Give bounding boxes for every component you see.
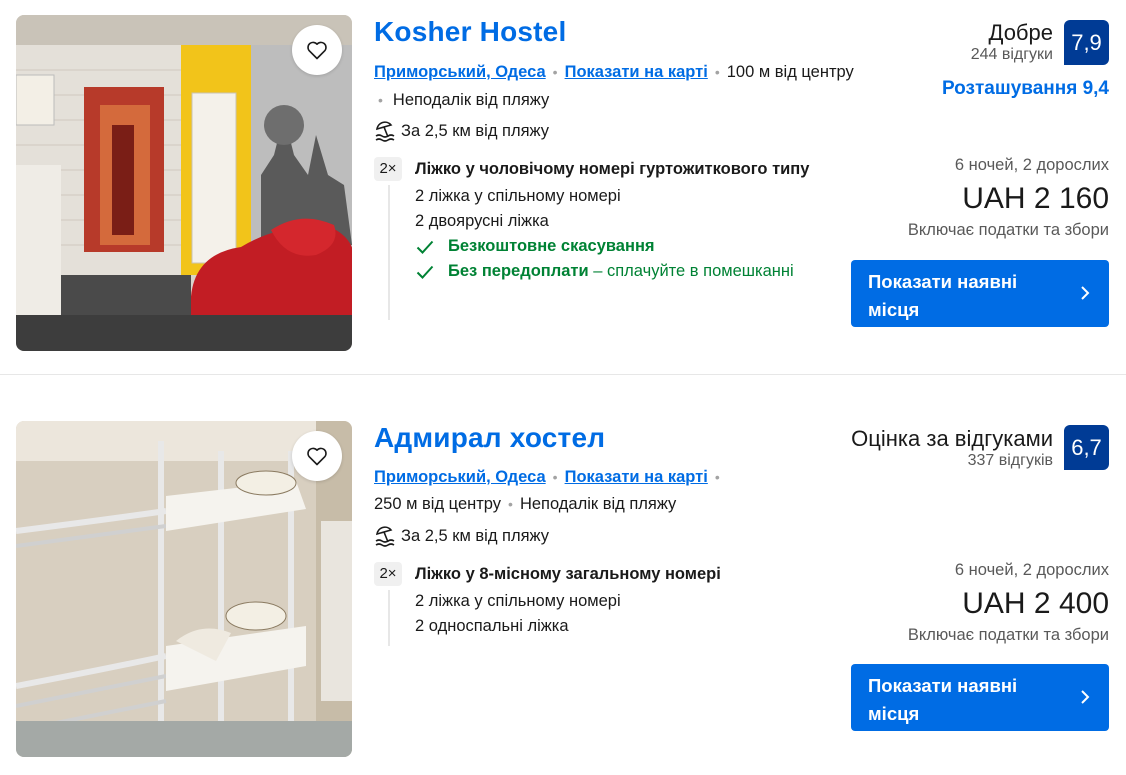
rating-label: Добре bbox=[988, 20, 1053, 45]
near-beach-text: Неподалік від пляжу bbox=[392, 91, 550, 109]
beach-umbrella-icon bbox=[375, 526, 395, 547]
property-card: Kosher Hostel Приморський, Одеса • Показат… bbox=[0, 0, 1126, 370]
beach-distance-line: За 2,5 км від пляжу bbox=[374, 120, 549, 147]
no-prepayment-perk: Без передоплати – сплачуйте в помешканні bbox=[415, 259, 830, 284]
room-details: Ліжко у 8-місному загальному номері 2 лі… bbox=[415, 562, 830, 639]
price: UAH 2 400 bbox=[962, 587, 1109, 620]
beach-umbrella-icon bbox=[375, 121, 395, 142]
beach-distance-text: За 2,5 км від пляжу bbox=[401, 121, 550, 140]
separator-dot: • bbox=[552, 64, 558, 80]
show-availability-button[interactable]: Показати наявні місця bbox=[851, 260, 1109, 327]
beach-distance-text: За 2,5 км від пляжу bbox=[401, 526, 550, 545]
distance-line: 250 м від центру • Неподалік від пляжу bbox=[374, 495, 676, 514]
separator-dot: • bbox=[714, 469, 720, 485]
room-divider bbox=[388, 185, 390, 320]
perk-suffix: – сплачуйте в помешканні bbox=[588, 262, 794, 280]
review-score-badge[interactable]: 6,7 bbox=[1064, 425, 1109, 470]
taxes-note: Включає податки та збори bbox=[907, 626, 1109, 644]
separator-dot: • bbox=[508, 496, 513, 512]
property-title[interactable]: Kosher Hostel bbox=[374, 16, 566, 48]
room-block: 2× Ліжко у 8-місному загальному номері 2… bbox=[374, 562, 829, 647]
room-details: Ліжко у чоловічому номері гуртожиткового… bbox=[415, 157, 830, 284]
separator-dot: • bbox=[552, 469, 558, 485]
property-title[interactable]: Адмирал хостел bbox=[374, 422, 605, 454]
distance-from-center: 100 м від центру bbox=[726, 63, 854, 81]
district-link[interactable]: Приморський, Одеса bbox=[374, 468, 546, 486]
save-favorite-button[interactable] bbox=[292, 25, 342, 75]
rating-label: Оцінка за відгуками bbox=[851, 426, 1053, 451]
district-link[interactable]: Приморський, Одеса bbox=[374, 63, 546, 81]
check-icon bbox=[416, 240, 434, 254]
heart-icon bbox=[307, 41, 327, 60]
chevron-right-icon bbox=[1081, 286, 1090, 300]
stay-info: 6 ночей, 2 дорослих bbox=[954, 561, 1109, 579]
location-line: Приморський, Одеса • Показати на карті • bbox=[374, 468, 727, 487]
near-beach-text: Неподалік від пляжу bbox=[519, 495, 677, 513]
perk-text: Без передоплати bbox=[448, 262, 589, 280]
property-photo[interactable] bbox=[16, 15, 352, 351]
stay-info: 6 ночей, 2 дорослих bbox=[954, 156, 1109, 174]
price: UAH 2 160 bbox=[962, 182, 1109, 215]
room-name: Ліжко у 8-місному загальному номері bbox=[415, 565, 721, 583]
room-name: Ліжко у чоловічому номері гуртожиткового… bbox=[415, 160, 810, 178]
room-quantity-badge: 2× bbox=[374, 562, 402, 586]
free-cancellation-perk: Безкоштовне скасування bbox=[415, 234, 830, 259]
separator-dot: • bbox=[714, 64, 720, 80]
review-count: 337 відгуків bbox=[967, 452, 1053, 469]
location-line: Приморський, Одеса • Показати на карті • 100… bbox=[374, 63, 854, 82]
show-on-map-link[interactable]: Показати на карті bbox=[565, 63, 708, 81]
check-icon bbox=[416, 265, 434, 279]
distance-from-center: 250 м від центру bbox=[374, 495, 502, 513]
review-score-badge[interactable]: 7,9 bbox=[1064, 20, 1109, 65]
property-card: Адмирал хостел Приморський, Одеса • Показа… bbox=[0, 405, 1126, 775]
review-count: 244 відгуки bbox=[970, 46, 1053, 63]
show-on-map-link[interactable]: Показати на карті bbox=[565, 468, 708, 486]
bed-info-1: 2 ліжка у спільному номері bbox=[415, 592, 621, 610]
separator-dot: • bbox=[378, 92, 383, 108]
beach-line: • Неподалік від пляжу bbox=[374, 91, 549, 110]
taxes-note: Включає податки та збори bbox=[907, 221, 1109, 239]
location-score: Розташування 9,4 bbox=[941, 78, 1109, 99]
listing-divider bbox=[0, 374, 1126, 375]
perk-text: Безкоштовне скасування bbox=[448, 237, 655, 255]
cta-label: Показати наявні місця bbox=[868, 675, 1018, 724]
save-favorite-button[interactable] bbox=[292, 431, 342, 481]
bed-info-2: 2 двоярусні ліжка bbox=[415, 212, 549, 230]
chevron-right-icon bbox=[1081, 690, 1090, 704]
heart-icon bbox=[307, 447, 327, 466]
room-quantity-badge: 2× bbox=[374, 157, 402, 181]
beach-distance-line: За 2,5 км від пляжу bbox=[374, 525, 549, 552]
room-block: 2× Ліжко у чоловічому номері гуртожитков… bbox=[374, 157, 829, 322]
property-photo[interactable] bbox=[16, 421, 352, 757]
bed-info-1: 2 ліжка у спільному номері bbox=[415, 187, 621, 205]
cta-label: Показати наявні місця bbox=[868, 271, 1018, 320]
show-availability-button[interactable]: Показати наявні місця bbox=[851, 664, 1109, 731]
room-divider bbox=[388, 590, 390, 646]
bed-info-2: 2 односпальні ліжка bbox=[415, 617, 569, 635]
